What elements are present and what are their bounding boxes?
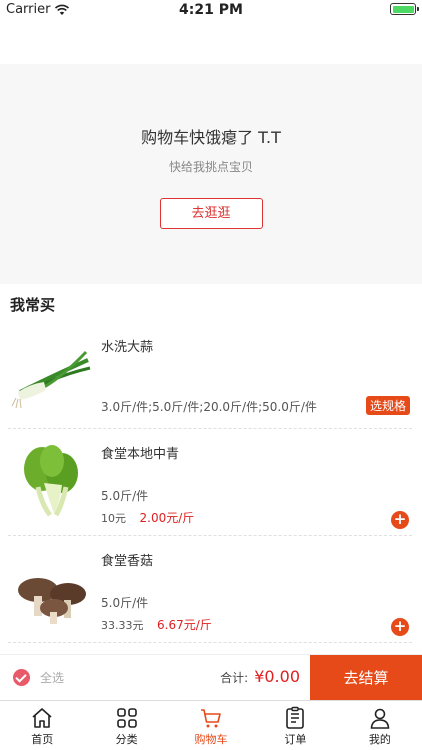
- product-item[interactable]: 食堂本地中青 5.0斤/件 10元 2.00元/斤 +: [8, 429, 412, 536]
- scallion-image: [11, 350, 91, 409]
- tab-home[interactable]: 首页: [0, 701, 84, 750]
- product-item[interactable]: 水洗大蒜 3.0斤/件;5.0斤/件;20.0斤/件;50.0斤/件 选规格: [8, 322, 412, 429]
- product-name: 水洗大蒜: [101, 340, 154, 355]
- product-prices: 33.33元 6.67元/斤: [101, 616, 212, 633]
- sale-price: 6.67元/斤: [157, 618, 212, 632]
- add-to-cart-button[interactable]: +: [391, 618, 409, 636]
- tab-label: 购物车: [194, 733, 228, 746]
- empty-cart-banner: 购物车快饿瘪了 T.T 快给我挑点宝贝 去逛逛: [0, 64, 422, 284]
- product-spec: 5.0斤/件: [101, 489, 149, 503]
- product-spec: 5.0斤/件: [101, 596, 149, 610]
- status-bar: Carrier 4:21 PM: [0, 0, 422, 20]
- product-prices: 10元 2.00元/斤: [101, 509, 194, 526]
- battery-icon: [390, 3, 419, 15]
- empty-cart-subtitle: 快给我挑点宝贝: [168, 160, 253, 174]
- tab-label: 我的: [368, 733, 391, 746]
- tab-label: 首页: [31, 733, 54, 746]
- tab-orders[interactable]: 订单: [253, 701, 337, 750]
- tab-cart[interactable]: 购物车: [169, 701, 253, 750]
- original-price: 33.33元: [101, 619, 144, 632]
- user-icon: [370, 708, 390, 729]
- tab-bar: 首页 分类 购物车 订单 我的: [0, 700, 422, 750]
- choose-spec-button[interactable]: 选规格: [365, 396, 410, 415]
- section-title: 我常买: [10, 296, 56, 314]
- product-item[interactable]: 食堂香菇 5.0斤/件 33.33元 6.67元/斤 +: [8, 536, 412, 643]
- order-icon: [286, 706, 305, 729]
- tab-label: 订单: [284, 733, 307, 746]
- checkout-button[interactable]: 去结算: [310, 655, 422, 701]
- cart-icon: [201, 709, 221, 728]
- bok-choy-image: [24, 445, 78, 517]
- tab-category[interactable]: 分类: [84, 701, 168, 750]
- cart-total: 合计: ¥0.00: [220, 667, 300, 686]
- total-value: ¥0.00: [254, 667, 300, 686]
- product-spec: 3.0斤/件;5.0斤/件;20.0斤/件;50.0斤/件: [101, 400, 317, 414]
- total-label: 合计:: [220, 671, 249, 685]
- go-shopping-button[interactable]: 去逛逛: [159, 198, 263, 229]
- tab-profile[interactable]: 我的: [338, 701, 422, 750]
- product-name: 食堂本地中青: [101, 447, 180, 462]
- original-price: 10元: [101, 512, 126, 525]
- product-name: 食堂香菇: [101, 554, 154, 569]
- cart-summary-bar: 全选 合计: ¥0.00 去结算: [0, 654, 422, 701]
- add-to-cart-button[interactable]: +: [391, 511, 409, 529]
- tab-label: 分类: [115, 733, 138, 746]
- mushroom-image: [18, 578, 86, 624]
- sale-price: 2.00元/斤: [139, 511, 195, 525]
- product-list: 水洗大蒜 3.0斤/件;5.0斤/件;20.0斤/件;50.0斤/件 选规格 食…: [0, 322, 422, 643]
- home-icon: [32, 708, 52, 728]
- select-all-toggle[interactable]: 全选: [13, 669, 64, 686]
- clock: 4:21 PM: [179, 2, 243, 18]
- check-icon: [13, 669, 30, 686]
- empty-cart-title: 购物车快饿瘪了 T.T: [141, 128, 281, 147]
- select-all-label: 全选: [40, 671, 65, 685]
- category-icon: [116, 708, 137, 728]
